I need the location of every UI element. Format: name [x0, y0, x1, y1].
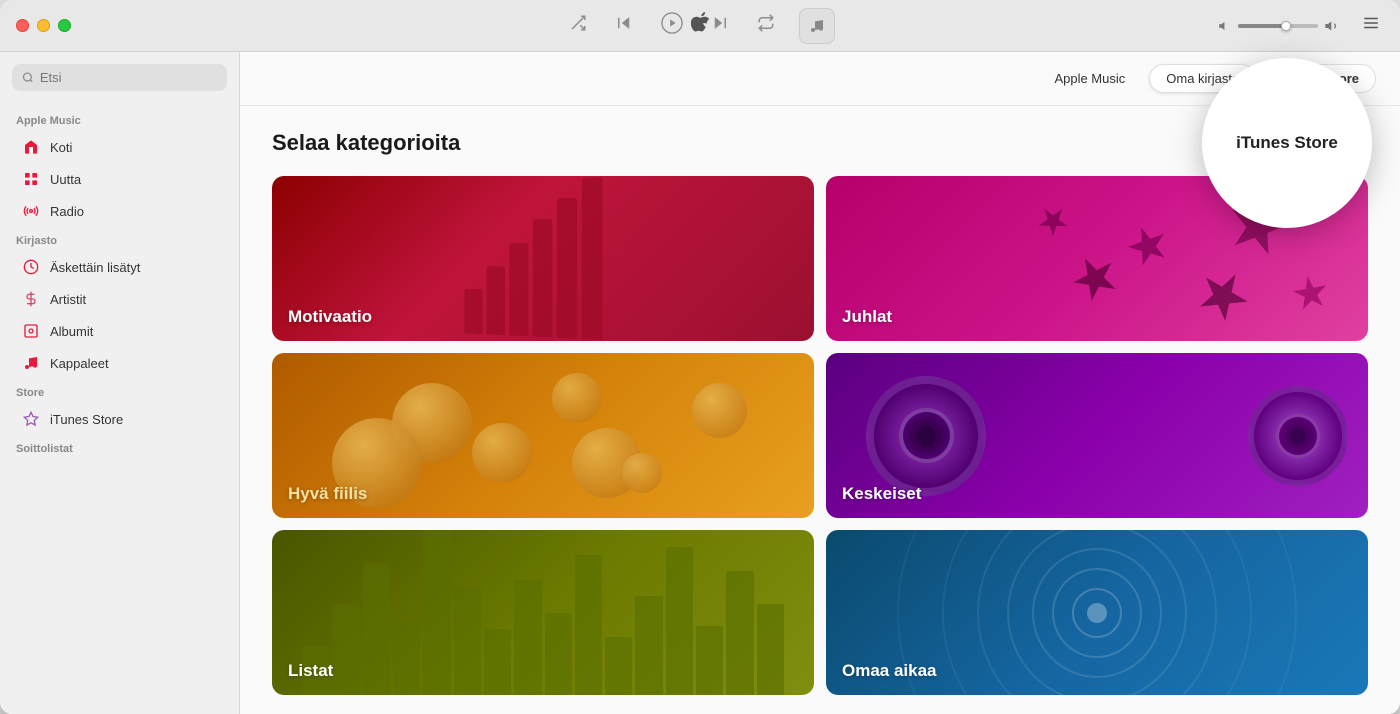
- mic-icon: [22, 290, 40, 308]
- shuffle-button[interactable]: [565, 10, 591, 41]
- listat-deco: [272, 530, 814, 695]
- sidebar-item-uutta[interactable]: Uutta: [6, 164, 233, 194]
- kirjasto-section-label: Kirjasto: [0, 227, 239, 251]
- sidebar-item-kappaleet-label: Kappaleet: [50, 356, 109, 371]
- sidebar-item-artistit[interactable]: Artistit: [6, 284, 233, 314]
- radio-icon: [22, 202, 40, 220]
- sidebar-item-uutta-label: Uutta: [50, 172, 81, 187]
- search-icon: [22, 71, 34, 84]
- house-icon: [22, 138, 40, 156]
- listat-bg: [272, 530, 814, 695]
- main-area: Apple Music Koti: [0, 52, 1400, 714]
- music-icon-button[interactable]: [799, 8, 835, 44]
- itunes-highlight-circle: iTunes Store: [1202, 58, 1372, 228]
- sidebar-item-kappaleet[interactable]: Kappaleet: [6, 348, 233, 378]
- motivaatio-label: Motivaatio: [288, 307, 372, 327]
- star-icon: [22, 410, 40, 428]
- sidebar-item-koti[interactable]: Koti: [6, 132, 233, 162]
- category-hyva-fiilis[interactable]: Hyvä fiilis: [272, 353, 814, 518]
- volume-high-icon: [1324, 18, 1340, 34]
- category-omaa-aikaa[interactable]: Omaa aikaa: [826, 530, 1368, 695]
- sidebar-item-albumit-label: Albumit: [50, 324, 93, 339]
- sidebar-item-itunes-store-label: iTunes Store: [50, 412, 123, 427]
- repeat-button[interactable]: [753, 10, 779, 41]
- volume-icon: [1218, 19, 1232, 33]
- app-window: Apple Music Koti: [0, 0, 1400, 714]
- search-bar[interactable]: [12, 64, 227, 91]
- sidebar-item-artistit-label: Artistit: [50, 292, 86, 307]
- traffic-lights: [16, 19, 71, 32]
- hyva-fiilis-label: Hyvä fiilis: [288, 484, 367, 504]
- maximize-button[interactable]: [58, 19, 71, 32]
- volume-slider[interactable]: [1238, 24, 1318, 28]
- sidebar-item-radio-label: Radio: [50, 204, 84, 219]
- sidebar-item-itunes-store[interactable]: iTunes Store: [6, 404, 233, 434]
- menu-button[interactable]: [1362, 14, 1380, 37]
- listat-label: Listat: [288, 661, 333, 681]
- note-icon: [22, 354, 40, 372]
- keskeiset-label: Keskeiset: [842, 484, 921, 504]
- itunes-highlight-label: iTunes Store: [1236, 133, 1338, 153]
- store-section-label: Store: [0, 379, 239, 403]
- tab-apple-music[interactable]: Apple Music: [1038, 65, 1141, 92]
- previous-button[interactable]: [611, 10, 637, 41]
- category-listat[interactable]: Listat: [272, 530, 814, 695]
- omaa-aikaa-label: Omaa aikaa: [842, 661, 937, 681]
- minimize-button[interactable]: [37, 19, 50, 32]
- sidebar-item-koti-label: Koti: [50, 140, 72, 155]
- category-motivaatio[interactable]: Motivaatio: [272, 176, 814, 341]
- sidebar-item-askettain-label: Äskettäin lisätyt: [50, 260, 140, 275]
- play-button[interactable]: [657, 8, 687, 43]
- apple-logo: [691, 12, 709, 39]
- grid-icon: [22, 170, 40, 188]
- sidebar-item-radio[interactable]: Radio: [6, 196, 233, 226]
- close-button[interactable]: [16, 19, 29, 32]
- next-button[interactable]: [707, 10, 733, 41]
- sidebar-item-albumit[interactable]: Albumit: [6, 316, 233, 346]
- juhlat-label: Juhlat: [842, 307, 892, 327]
- soittolistat-section-label: Soittolistat: [0, 435, 239, 459]
- categories-grid: Motivaatio: [272, 176, 1368, 695]
- apple-music-section-label: Apple Music: [0, 107, 239, 131]
- album-icon: [22, 322, 40, 340]
- category-keskeiset[interactable]: Keskeiset: [826, 353, 1368, 518]
- sidebar: Apple Music Koti: [0, 52, 240, 714]
- volume-control: [1218, 18, 1340, 34]
- titlebar: [0, 0, 1400, 52]
- search-input[interactable]: [40, 70, 217, 85]
- sidebar-item-askettain[interactable]: Äskettäin lisätyt: [6, 252, 233, 282]
- clock-icon: [22, 258, 40, 276]
